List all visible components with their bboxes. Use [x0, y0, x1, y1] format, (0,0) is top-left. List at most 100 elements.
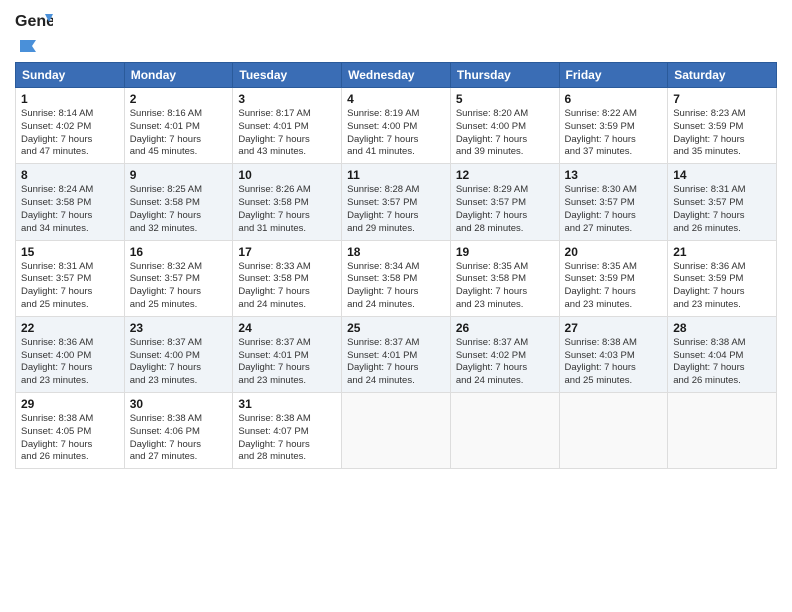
calendar-cell: 2 Sunrise: 8:16 AMSunset: 4:01 PMDaylight… — [124, 88, 233, 164]
calendar-cell: 8 Sunrise: 8:24 AMSunset: 3:58 PMDaylight… — [16, 164, 125, 240]
day-info: Sunrise: 8:20 AMSunset: 4:00 PMDaylight:… — [456, 108, 554, 159]
day-header-tuesday: Tuesday — [233, 63, 342, 88]
day-number: 18 — [347, 245, 445, 259]
calendar-cell: 24 Sunrise: 8:37 AMSunset: 4:01 PMDayligh… — [233, 316, 342, 392]
day-number: 3 — [238, 92, 336, 106]
calendar-cell: 11 Sunrise: 8:28 AMSunset: 3:57 PMDayligh… — [342, 164, 451, 240]
calendar-week-1: 1 Sunrise: 8:14 AMSunset: 4:02 PMDaylight… — [16, 88, 777, 164]
calendar-table: SundayMondayTuesdayWednesdayThursdayFrid… — [15, 62, 777, 469]
day-info: Sunrise: 8:23 AMSunset: 3:59 PMDaylight:… — [673, 108, 771, 159]
day-info: Sunrise: 8:36 AMSunset: 4:00 PMDaylight:… — [21, 337, 119, 388]
calendar-page: General SundayMondayTuesdayWednesdayThur… — [0, 0, 792, 612]
day-info: Sunrise: 8:38 AMSunset: 4:04 PMDaylight:… — [673, 337, 771, 388]
calendar-cell: 19Sunrise: 8:35 AMSunset: 3:58 PMDayligh… — [450, 240, 559, 316]
calendar-cell: 13 Sunrise: 8:30 AMSunset: 3:57 PMDayligh… — [559, 164, 668, 240]
calendar-cell — [342, 393, 451, 469]
day-info: Sunrise: 8:37 AMSunset: 4:01 PMDaylight:… — [238, 337, 336, 388]
day-info: Sunrise: 8:37 AMSunset: 4:02 PMDaylight:… — [456, 337, 554, 388]
day-info: Sunrise: 8:24 AMSunset: 3:58 PMDaylight:… — [21, 184, 119, 235]
day-info: Sunrise: 8:35 AMSunset: 3:59 PMDaylight:… — [565, 261, 663, 312]
calendar-week-3: 15Sunrise: 8:31 AMSunset: 3:57 PMDayligh… — [16, 240, 777, 316]
day-number: 29 — [21, 397, 119, 411]
calendar-cell — [559, 393, 668, 469]
day-number: 26 — [456, 321, 554, 335]
day-number: 6 — [565, 92, 663, 106]
day-info: Sunrise: 8:16 AMSunset: 4:01 PMDaylight:… — [130, 108, 228, 159]
day-number: 21 — [673, 245, 771, 259]
logo-icon: General — [15, 10, 53, 38]
day-header-friday: Friday — [559, 63, 668, 88]
calendar-header-row: SundayMondayTuesdayWednesdayThursdayFrid… — [16, 63, 777, 88]
logo-flag-icon — [18, 38, 38, 54]
day-info: Sunrise: 8:33 AMSunset: 3:58 PMDaylight:… — [238, 261, 336, 312]
calendar-cell: 9 Sunrise: 8:25 AMSunset: 3:58 PMDaylight… — [124, 164, 233, 240]
day-number: 25 — [347, 321, 445, 335]
calendar-week-4: 22Sunrise: 8:36 AMSunset: 4:00 PMDayligh… — [16, 316, 777, 392]
calendar-cell: 14 Sunrise: 8:31 AMSunset: 3:57 PMDayligh… — [668, 164, 777, 240]
logo: General — [15, 10, 53, 54]
day-info: Sunrise: 8:31 AMSunset: 3:57 PMDaylight:… — [21, 261, 119, 312]
day-info: Sunrise: 8:38 AMSunset: 4:05 PMDaylight:… — [21, 413, 119, 464]
calendar-cell: 15Sunrise: 8:31 AMSunset: 3:57 PMDayligh… — [16, 240, 125, 316]
day-number: 10 — [238, 168, 336, 182]
calendar-cell: 25 Sunrise: 8:37 AMSunset: 4:01 PMDayligh… — [342, 316, 451, 392]
day-number: 16 — [130, 245, 228, 259]
calendar-cell: 21 Sunrise: 8:36 AMSunset: 3:59 PMDayligh… — [668, 240, 777, 316]
day-number: 1 — [21, 92, 119, 106]
day-header-sunday: Sunday — [16, 63, 125, 88]
day-header-saturday: Saturday — [668, 63, 777, 88]
day-info: Sunrise: 8:35 AMSunset: 3:58 PMDaylight:… — [456, 261, 554, 312]
day-number: 8 — [21, 168, 119, 182]
calendar-week-2: 8 Sunrise: 8:24 AMSunset: 3:58 PMDaylight… — [16, 164, 777, 240]
day-header-thursday: Thursday — [450, 63, 559, 88]
day-number: 13 — [565, 168, 663, 182]
day-info: Sunrise: 8:31 AMSunset: 3:57 PMDaylight:… — [673, 184, 771, 235]
day-info: Sunrise: 8:17 AMSunset: 4:01 PMDaylight:… — [238, 108, 336, 159]
day-info: Sunrise: 8:37 AMSunset: 4:00 PMDaylight:… — [130, 337, 228, 388]
day-number: 28 — [673, 321, 771, 335]
calendar-cell: 28 Sunrise: 8:38 AMSunset: 4:04 PMDayligh… — [668, 316, 777, 392]
day-info: Sunrise: 8:34 AMSunset: 3:58 PMDaylight:… — [347, 261, 445, 312]
calendar-cell: 7 Sunrise: 8:23 AMSunset: 3:59 PMDaylight… — [668, 88, 777, 164]
calendar-cell: 16 Sunrise: 8:32 AMSunset: 3:57 PMDayligh… — [124, 240, 233, 316]
day-info: Sunrise: 8:30 AMSunset: 3:57 PMDaylight:… — [565, 184, 663, 235]
day-header-monday: Monday — [124, 63, 233, 88]
day-number: 5 — [456, 92, 554, 106]
day-number: 12 — [456, 168, 554, 182]
calendar-week-5: 29 Sunrise: 8:38 AMSunset: 4:05 PMDayligh… — [16, 393, 777, 469]
calendar-cell: 26 Sunrise: 8:37 AMSunset: 4:02 PMDayligh… — [450, 316, 559, 392]
day-info: Sunrise: 8:26 AMSunset: 3:58 PMDaylight:… — [238, 184, 336, 235]
calendar-cell: 29 Sunrise: 8:38 AMSunset: 4:05 PMDayligh… — [16, 393, 125, 469]
day-number: 23 — [130, 321, 228, 335]
day-number: 17 — [238, 245, 336, 259]
calendar-cell: 20 Sunrise: 8:35 AMSunset: 3:59 PMDayligh… — [559, 240, 668, 316]
calendar-cell: 12Sunrise: 8:29 AMSunset: 3:57 PMDayligh… — [450, 164, 559, 240]
calendar-cell — [668, 393, 777, 469]
day-number: 7 — [673, 92, 771, 106]
day-info: Sunrise: 8:22 AMSunset: 3:59 PMDaylight:… — [565, 108, 663, 159]
day-info: Sunrise: 8:14 AMSunset: 4:02 PMDaylight:… — [21, 108, 119, 159]
day-number: 9 — [130, 168, 228, 182]
day-info: Sunrise: 8:28 AMSunset: 3:57 PMDaylight:… — [347, 184, 445, 235]
day-info: Sunrise: 8:32 AMSunset: 3:57 PMDaylight:… — [130, 261, 228, 312]
day-number: 14 — [673, 168, 771, 182]
day-number: 31 — [238, 397, 336, 411]
day-info: Sunrise: 8:38 AMSunset: 4:06 PMDaylight:… — [130, 413, 228, 464]
day-number: 2 — [130, 92, 228, 106]
calendar-cell: 4Sunrise: 8:19 AMSunset: 4:00 PMDaylight… — [342, 88, 451, 164]
day-info: Sunrise: 8:25 AMSunset: 3:58 PMDaylight:… — [130, 184, 228, 235]
day-number: 27 — [565, 321, 663, 335]
header: General — [15, 10, 777, 54]
day-number: 20 — [565, 245, 663, 259]
day-info: Sunrise: 8:38 AMSunset: 4:03 PMDaylight:… — [565, 337, 663, 388]
calendar-cell: 6 Sunrise: 8:22 AMSunset: 3:59 PMDaylight… — [559, 88, 668, 164]
calendar-cell: 27 Sunrise: 8:38 AMSunset: 4:03 PMDayligh… — [559, 316, 668, 392]
calendar-cell: 23 Sunrise: 8:37 AMSunset: 4:00 PMDayligh… — [124, 316, 233, 392]
day-info: Sunrise: 8:37 AMSunset: 4:01 PMDaylight:… — [347, 337, 445, 388]
day-number: 30 — [130, 397, 228, 411]
day-number: 24 — [238, 321, 336, 335]
day-number: 11 — [347, 168, 445, 182]
day-info: Sunrise: 8:36 AMSunset: 3:59 PMDaylight:… — [673, 261, 771, 312]
calendar-cell: 30 Sunrise: 8:38 AMSunset: 4:06 PMDayligh… — [124, 393, 233, 469]
day-info: Sunrise: 8:19 AMSunset: 4:00 PMDaylight:… — [347, 108, 445, 159]
